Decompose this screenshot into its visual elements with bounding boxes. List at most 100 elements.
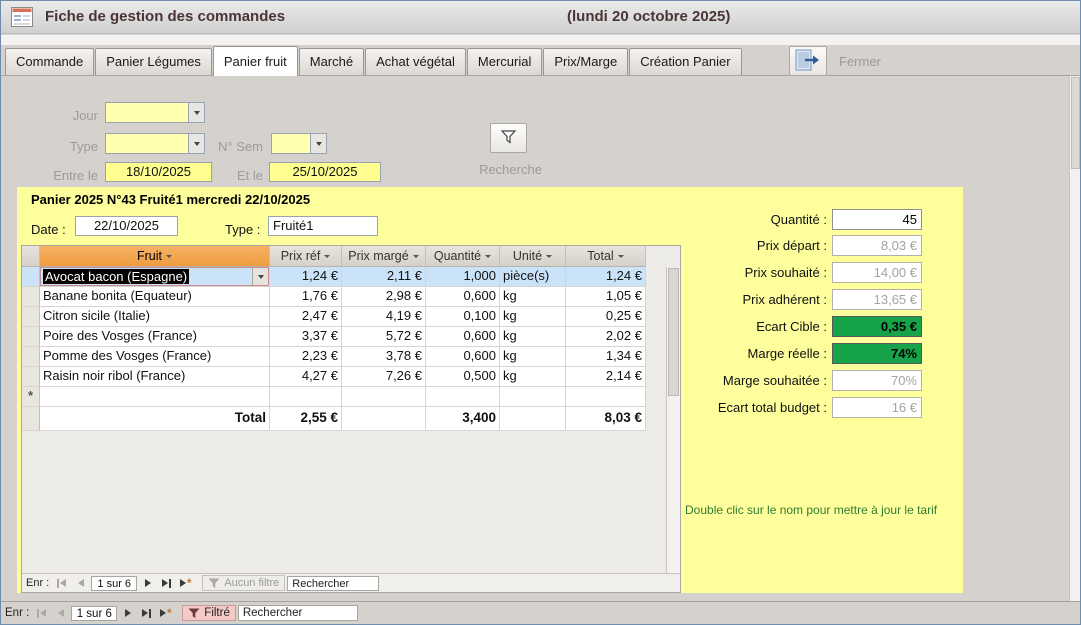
form-vscroll[interactable] <box>1069 76 1081 601</box>
column-header-total[interactable]: Total <box>566 246 646 267</box>
cell-quantite[interactable]: 0,600 <box>426 347 500 367</box>
record-selector[interactable] <box>22 347 40 367</box>
cell-fruit[interactable]: Poire des Vosges (France) <box>40 327 270 347</box>
filtered-indicator[interactable]: Filtré <box>182 605 236 621</box>
type-combo[interactable] <box>105 133 205 154</box>
cell-quantite[interactable]: 1,000 <box>426 267 500 287</box>
cell-empty[interactable] <box>270 387 342 407</box>
cell-prix-ref[interactable]: 4,27 € <box>270 367 342 387</box>
cell-unite[interactable]: kg <box>500 347 566 367</box>
cell-prix-ref[interactable]: 2,23 € <box>270 347 342 367</box>
scrollbar-thumb[interactable] <box>1071 77 1080 169</box>
chevron-down-icon[interactable] <box>310 134 326 153</box>
tab-panier-legumes[interactable]: Panier Légumes <box>95 48 212 75</box>
cell-empty[interactable] <box>500 387 566 407</box>
record-selector[interactable] <box>22 287 40 307</box>
search-button[interactable] <box>490 123 527 153</box>
column-header-unite[interactable]: Unité <box>500 246 566 267</box>
tab-creation-panier[interactable]: Création Panier <box>629 48 741 75</box>
search-box[interactable]: Rechercher <box>238 605 358 621</box>
cell-prix-marge[interactable]: 5,72 € <box>342 327 426 347</box>
cell-prix-ref[interactable]: 2,47 € <box>270 307 342 327</box>
cell-unite[interactable]: kg <box>500 327 566 347</box>
table-row[interactable]: Banane bonita (Equateur)1,76 €2,98 €0,60… <box>22 287 680 307</box>
cell-total[interactable]: 2,02 € <box>566 327 646 347</box>
cell-prix-ref[interactable]: 1,76 € <box>270 287 342 307</box>
cell-fruit[interactable]: Citron sicile (Italie) <box>40 307 270 327</box>
cell-unite[interactable]: kg <box>500 287 566 307</box>
cell-quantite[interactable]: 0,600 <box>426 287 500 307</box>
new-record-selector[interactable]: * <box>22 387 40 407</box>
cell-unite[interactable]: pièce(s) <box>500 267 566 287</box>
filter-arrow-icon[interactable] <box>324 255 330 258</box>
last-record-button[interactable] <box>138 606 155 621</box>
first-record-button[interactable] <box>33 606 50 621</box>
record-selector[interactable] <box>22 267 40 287</box>
cell-unite[interactable]: kg <box>500 307 566 327</box>
jour-combo[interactable] <box>105 102 205 123</box>
search-box[interactable]: Rechercher <box>287 576 379 591</box>
chevron-down-icon[interactable] <box>188 134 204 153</box>
next-record-button[interactable] <box>119 606 136 621</box>
table-row[interactable]: Citron sicile (Italie)2,47 €4,19 €0,100k… <box>22 307 680 327</box>
cell-total[interactable]: 0,25 € <box>566 307 646 327</box>
cell-prix-marge[interactable]: 2,11 € <box>342 267 426 287</box>
cell-prix-ref[interactable]: 1,24 € <box>270 267 342 287</box>
table-row[interactable]: Poire des Vosges (France)3,37 €5,72 €0,6… <box>22 327 680 347</box>
cell-fruit[interactable]: Pomme des Vosges (France) <box>40 347 270 367</box>
cell-quantite[interactable]: 0,600 <box>426 327 500 347</box>
summary-value-quantite[interactable]: 45 <box>832 209 922 230</box>
tab-mercurial[interactable]: Mercurial <box>467 48 542 75</box>
date-from-field[interactable]: 18/10/2025 <box>105 162 212 182</box>
tab-commande[interactable]: Commande <box>5 48 94 75</box>
table-row[interactable]: Avocat bacon (Espagne)1,24 €2,11 €1,000p… <box>22 267 680 287</box>
close-button[interactable] <box>789 46 827 76</box>
filter-arrow-icon[interactable] <box>413 255 419 258</box>
cell-total[interactable]: 2,14 € <box>566 367 646 387</box>
date-to-field[interactable]: 25/10/2025 <box>269 162 381 182</box>
prev-record-button[interactable] <box>72 576 89 591</box>
record-position[interactable]: 1 sur 6 <box>71 606 117 621</box>
panier-type-field[interactable]: Fruité1 <box>268 216 378 236</box>
cell-prix-marge[interactable]: 4,19 € <box>342 307 426 327</box>
fruit-combo[interactable]: Avocat bacon (Espagne) <box>40 267 270 287</box>
record-selector[interactable] <box>22 307 40 327</box>
cell-prix-marge[interactable]: 3,78 € <box>342 347 426 367</box>
cell-prix-ref[interactable]: 3,37 € <box>270 327 342 347</box>
date-field[interactable]: 22/10/2025 <box>75 216 178 236</box>
cell-total[interactable]: 1,05 € <box>566 287 646 307</box>
filter-arrow-icon[interactable] <box>485 255 491 258</box>
prev-record-button[interactable] <box>52 606 69 621</box>
record-selector[interactable] <box>22 367 40 387</box>
combo-dropdown-button[interactable] <box>252 268 268 285</box>
cell-quantite[interactable]: 0,100 <box>426 307 500 327</box>
record-selector[interactable] <box>22 327 40 347</box>
last-record-button[interactable] <box>158 576 175 591</box>
cell-empty[interactable] <box>426 387 500 407</box>
cell-total[interactable]: 1,24 € <box>566 267 646 287</box>
nsem-combo[interactable] <box>271 133 327 154</box>
table-row[interactable]: Pomme des Vosges (France)2,23 €3,78 €0,6… <box>22 347 680 367</box>
cell-empty[interactable] <box>566 387 646 407</box>
table-row[interactable]: Raisin noir ribol (France)4,27 €7,26 €0,… <box>22 367 680 387</box>
tab-prix-marge[interactable]: Prix/Marge <box>543 48 628 75</box>
column-header-quantite[interactable]: Quantité <box>426 246 500 267</box>
next-record-button[interactable] <box>139 576 156 591</box>
tab-achat-vegetal[interactable]: Achat végétal <box>365 48 466 75</box>
new-record-button[interactable]: * <box>177 576 194 591</box>
first-record-button[interactable] <box>53 576 70 591</box>
tab-panier-fruit[interactable]: Panier fruit <box>213 46 298 76</box>
record-position[interactable]: 1 sur 6 <box>91 576 137 591</box>
cell-total[interactable]: 1,34 € <box>566 347 646 367</box>
cell-fruit[interactable]: Banane bonita (Equateur) <box>40 287 270 307</box>
cell-empty[interactable] <box>342 387 426 407</box>
filter-arrow-icon[interactable] <box>166 255 172 258</box>
cell-prix-marge[interactable]: 7,26 € <box>342 367 426 387</box>
filter-arrow-icon[interactable] <box>618 255 624 258</box>
new-record-button[interactable]: * <box>157 606 174 621</box>
cell-empty[interactable] <box>40 387 270 407</box>
column-header-fruit[interactable]: Fruit <box>40 246 270 267</box>
no-filter-indicator[interactable]: Aucun filtre <box>202 575 285 591</box>
cell-fruit[interactable]: Raisin noir ribol (France) <box>40 367 270 387</box>
cell-prix-marge[interactable]: 2,98 € <box>342 287 426 307</box>
